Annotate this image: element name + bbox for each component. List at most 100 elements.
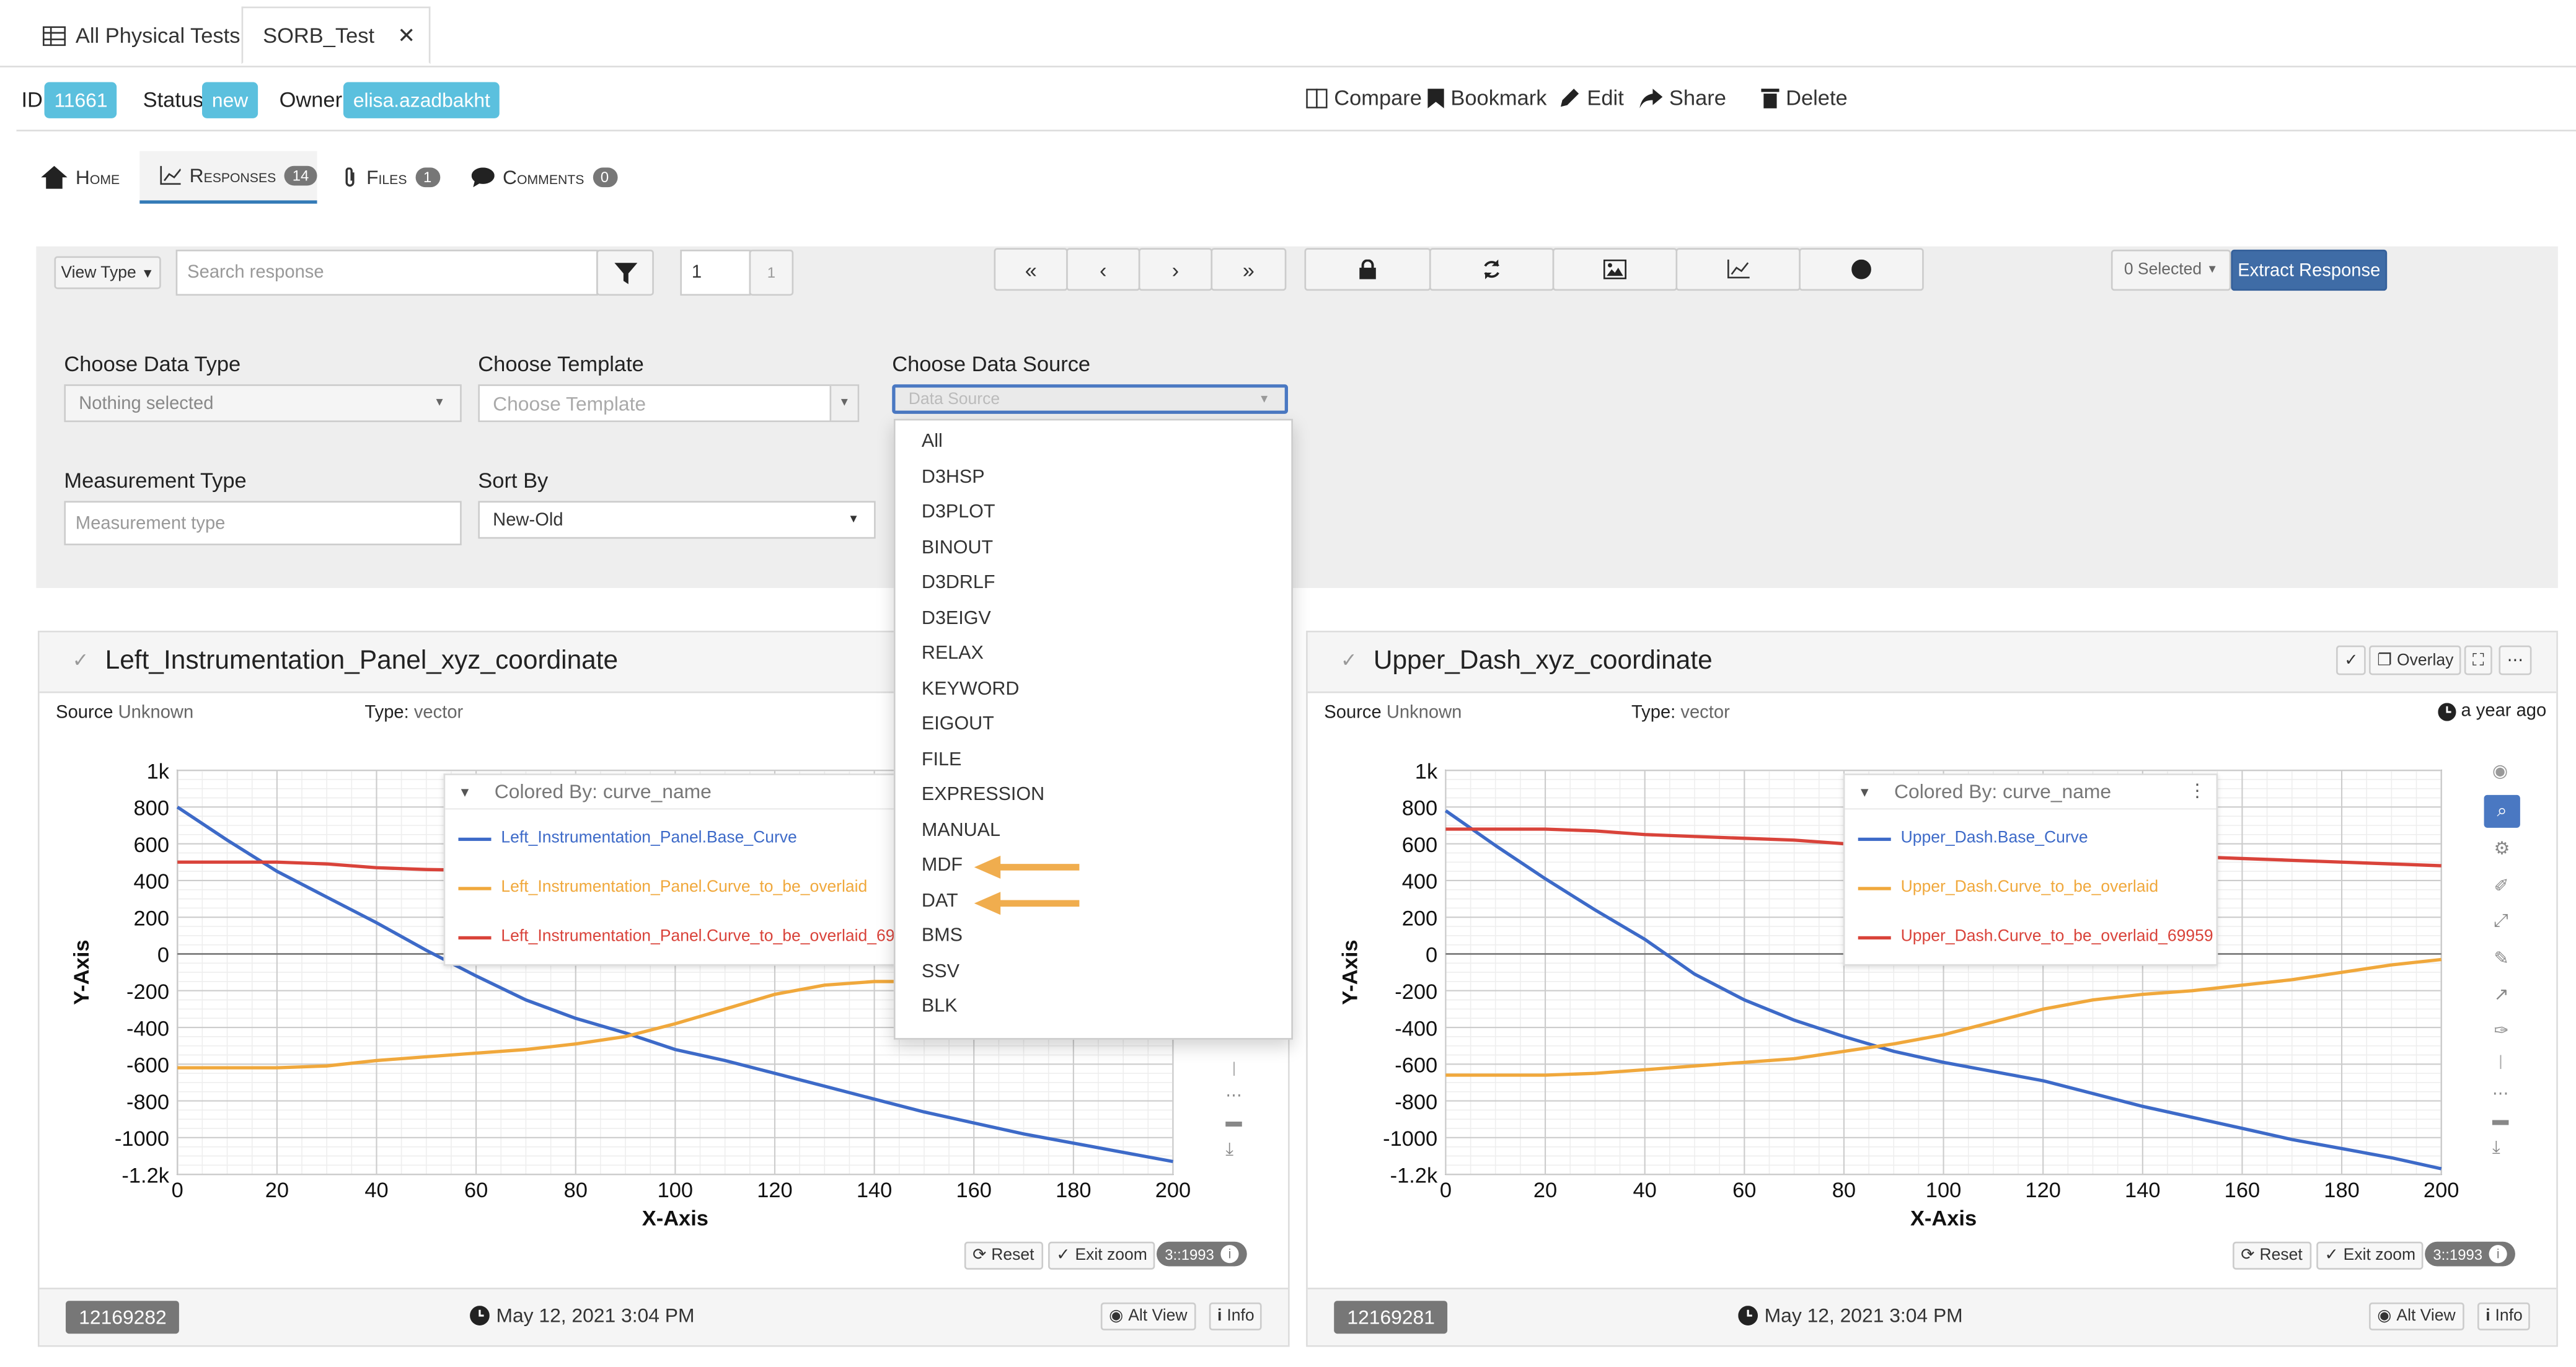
- refresh-button[interactable]: [1429, 248, 1555, 291]
- points-badge: 3::1993 i: [2425, 1241, 2516, 1267]
- reset-button[interactable]: ⟳ Reset: [964, 1241, 1043, 1270]
- tab-responses[interactable]: Responses 14: [139, 151, 317, 204]
- select-check-button[interactable]: ✓: [2336, 645, 2366, 675]
- tab-comments[interactable]: Comments 0: [471, 151, 617, 204]
- minus-icon[interactable]: ▬: [1225, 1114, 1242, 1132]
- reset-button[interactable]: ⟳ Reset: [2233, 1241, 2311, 1270]
- last-page-button[interactable]: »: [1211, 248, 1287, 291]
- extract-response-button[interactable]: Extract Response: [2231, 249, 2388, 291]
- type-value: vector: [1680, 703, 1730, 723]
- clock-icon: [2438, 702, 2456, 721]
- info-icon[interactable]: i: [1220, 1245, 1239, 1264]
- page-total: 1: [749, 249, 794, 296]
- data-source-option[interactable]: MDF: [922, 856, 963, 876]
- delete-button[interactable]: Delete: [1761, 86, 1848, 110]
- close-icon[interactable]: ✕: [397, 22, 415, 48]
- data-source-option[interactable]: All: [922, 432, 943, 452]
- data-source-option[interactable]: MANUAL: [922, 820, 1000, 840]
- alt-view-label: Alt View: [1128, 1307, 1188, 1325]
- arrow-icon[interactable]: ↗: [2494, 984, 2508, 1005]
- info-icon[interactable]: i: [2489, 1245, 2507, 1264]
- filter-button[interactable]: [596, 249, 654, 296]
- data-source-option[interactable]: D3EIGV: [922, 609, 991, 628]
- fullscreen-button[interactable]: ⛶: [2464, 645, 2492, 675]
- data-source-option[interactable]: SSV: [922, 962, 959, 982]
- data-source-option[interactable]: D3PLOT: [922, 503, 995, 522]
- expand-icon[interactable]: ⤢: [2494, 912, 2508, 933]
- tab-all-physical-tests[interactable]: All Physical Tests: [23, 7, 256, 64]
- chart-view-button[interactable]: [1675, 248, 1801, 291]
- image-button[interactable]: [1552, 248, 1678, 291]
- lock-button[interactable]: [1304, 248, 1431, 291]
- download-icon[interactable]: ⤓: [1225, 1140, 1233, 1161]
- more-button[interactable]: ⋯: [2499, 645, 2532, 675]
- x-tick-label: 20: [1533, 1179, 1557, 1202]
- y-tick-label: -400: [1395, 1017, 1437, 1040]
- alt-view-button[interactable]: ◉ Alt View: [2369, 1302, 2464, 1330]
- sort-by-select[interactable]: New-Old ▼: [478, 501, 876, 539]
- brush-icon[interactable]: ✐: [2494, 876, 2508, 897]
- chart-modebar: ◉ ⌕ ⚙ ✐ ⤢ ✎ ↗ ✑ | ⋯ ▬ ⤓: [2484, 760, 2520, 1171]
- info-button[interactable]: i Info: [2477, 1302, 2531, 1330]
- edit-button[interactable]: Edit: [1559, 86, 1624, 110]
- eye-icon[interactable]: ◉: [2492, 760, 2508, 782]
- data-source-option[interactable]: D3DRLF: [922, 573, 995, 593]
- data-source-option[interactable]: DAT: [922, 891, 958, 911]
- points-count: 3::1993: [2433, 1246, 2483, 1262]
- data-source-option[interactable]: FILE: [922, 750, 961, 770]
- first-page-button[interactable]: «: [994, 248, 1068, 291]
- eye-icon: ◉: [1109, 1307, 1124, 1325]
- filter-icon: [613, 262, 637, 284]
- data-source-select[interactable]: Data Source ▼: [892, 384, 1288, 414]
- legend-item[interactable]: Upper_Dash.Curve_to_be_overlaid_69959: [1858, 928, 2213, 946]
- data-source-option[interactable]: EXPRESSION: [922, 785, 1044, 805]
- data-source-option[interactable]: RELAX: [922, 644, 984, 664]
- search-input[interactable]: Search response: [175, 249, 598, 296]
- measurement-label: Measurement Type: [64, 468, 247, 493]
- more-icon[interactable]: ⋯: [2492, 1086, 2509, 1104]
- info-button[interactable]: i Info: [1209, 1302, 1263, 1330]
- tab-files-label: Files: [366, 165, 407, 189]
- y-tick-label: 1k: [147, 760, 170, 783]
- data-source-option[interactable]: D3HSP: [922, 467, 985, 487]
- legend-item[interactable]: Left_Instrumentation_Panel.Base_Curve: [458, 830, 797, 848]
- magic-wand-icon[interactable]: ✑: [2494, 1020, 2508, 1042]
- more-icon[interactable]: ⋯: [1225, 1088, 1242, 1105]
- prev-page-button[interactable]: ‹: [1066, 248, 1140, 291]
- data-source-option[interactable]: BMS: [922, 926, 963, 946]
- next-page-button[interactable]: ›: [1138, 248, 1213, 291]
- compare-button[interactable]: Compare: [1306, 86, 1422, 110]
- y-tick-label: 800: [134, 797, 169, 820]
- bookmark-button[interactable]: Bookmark: [1427, 86, 1547, 110]
- data-source-option[interactable]: EIGOUT: [922, 714, 994, 734]
- exit-zoom-button[interactable]: ✓ Exit zoom: [2316, 1241, 2424, 1270]
- tab-sorb-test[interactable]: SORB_Test ✕: [241, 6, 431, 64]
- data-source-placeholder: Data Source: [908, 390, 1000, 408]
- tab-home[interactable]: Home: [41, 151, 120, 204]
- legend-item[interactable]: Upper_Dash.Base_Curve: [1858, 830, 2088, 848]
- download-icon[interactable]: ⤓: [2492, 1138, 2500, 1159]
- pencil-icon[interactable]: ✎: [2494, 947, 2508, 969]
- minus-icon[interactable]: ▬: [2492, 1112, 2509, 1130]
- measurement-input[interactable]: Measurement type: [64, 501, 462, 545]
- data-source-option[interactable]: BINOUT: [922, 538, 993, 558]
- page-input[interactable]: 1: [680, 249, 751, 296]
- overlay-button[interactable]: ❐ Overlay: [2369, 645, 2462, 675]
- data-source-option[interactable]: KEYWORD: [922, 679, 1019, 699]
- template-select[interactable]: Choose Template ▼: [478, 384, 860, 423]
- gear-icon[interactable]: ⚙: [2494, 838, 2510, 859]
- record-button[interactable]: [1799, 248, 1924, 291]
- view-type-dropdown[interactable]: View Type ▼: [54, 256, 161, 289]
- selected-dropdown[interactable]: 0 Selected ▼: [2111, 249, 2231, 291]
- table-icon: [42, 25, 66, 45]
- exit-zoom-button[interactable]: ✓ Exit zoom: [1048, 1241, 1156, 1270]
- zoom-icon[interactable]: ⌕: [2484, 794, 2520, 828]
- tab-files[interactable]: Files 1: [342, 151, 440, 204]
- alt-view-button[interactable]: ◉ Alt View: [1100, 1302, 1196, 1330]
- legend-item[interactable]: Left_Instrumentation_Panel.Curve_to_be_o…: [458, 879, 867, 897]
- data-type-select[interactable]: Nothing selected ▼: [64, 384, 462, 423]
- legend-item[interactable]: Upper_Dash.Curve_to_be_overlaid: [1858, 879, 2158, 897]
- share-button[interactable]: Share: [1639, 86, 1726, 110]
- legend-item[interactable]: Left_Instrumentation_Panel.Curve_to_be_o…: [458, 928, 922, 946]
- data-source-option[interactable]: BLK: [922, 997, 958, 1017]
